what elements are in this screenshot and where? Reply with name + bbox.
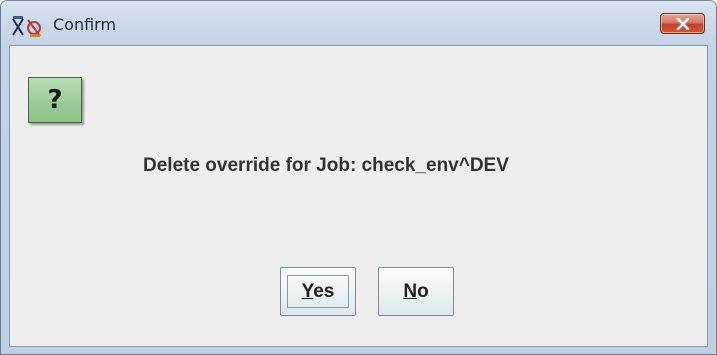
close-button[interactable] bbox=[660, 13, 705, 34]
question-icon: ? bbox=[28, 77, 82, 123]
close-icon bbox=[676, 18, 690, 30]
yes-label-rest: es bbox=[313, 281, 335, 302]
no-mnemonic: N bbox=[403, 281, 418, 302]
question-glyph: ? bbox=[47, 85, 63, 115]
confirm-message: Delete override for Job: check_env^DEV bbox=[143, 155, 509, 176]
title-bar[interactable]: Confirm bbox=[1, 1, 716, 45]
app-icon bbox=[10, 14, 46, 40]
yes-button[interactable]: Yes bbox=[280, 267, 356, 316]
no-button[interactable]: No bbox=[378, 267, 454, 316]
yes-button-label: Yes bbox=[302, 281, 335, 302]
window-title: Confirm bbox=[53, 15, 117, 34]
confirm-dialog-window: Confirm ? Delete override for Job: check… bbox=[0, 0, 717, 355]
no-label-rest: o bbox=[417, 281, 429, 302]
no-button-label: No bbox=[403, 281, 428, 302]
dialog-body: ? Delete override for Job: check_env^DEV… bbox=[9, 45, 708, 347]
yes-mnemonic: Y bbox=[301, 281, 314, 302]
